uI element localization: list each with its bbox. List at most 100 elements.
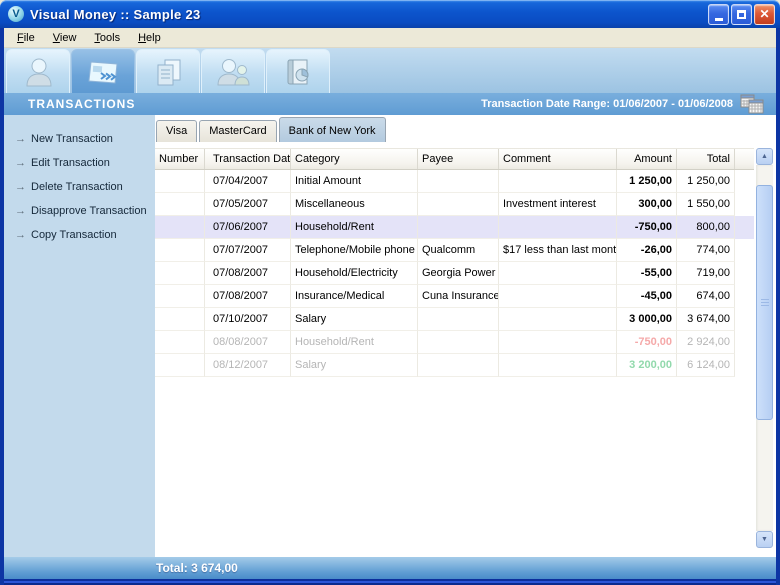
column-header-payee[interactable]: Payee [418, 149, 499, 169]
table-row[interactable]: 07/04/2007Initial Amount 1 250,001 250,00 [155, 170, 754, 193]
table-cell[interactable]: 07/04/2007 [205, 170, 291, 193]
table-cell[interactable]: Qualcomm [418, 239, 499, 262]
table-cell[interactable]: 07/07/2007 [205, 239, 291, 262]
table-cell[interactable] [155, 239, 205, 262]
scroll-up-button[interactable]: ▲ [756, 148, 773, 165]
table-cell[interactable]: 07/10/2007 [205, 308, 291, 331]
table-cell[interactable] [418, 331, 499, 354]
table-cell[interactable] [155, 331, 205, 354]
table-cell[interactable]: Salary [291, 308, 418, 331]
table-cell[interactable] [735, 193, 754, 216]
table-cell[interactable] [418, 216, 499, 239]
table-cell[interactable]: 3 000,00 [617, 308, 677, 331]
minimize-button[interactable] [708, 4, 729, 25]
table-cell[interactable]: 674,00 [677, 285, 735, 308]
table-cell[interactable]: 07/05/2007 [205, 193, 291, 216]
toolbar-reports-button[interactable] [266, 49, 330, 93]
toolbar-payees-button[interactable] [201, 49, 265, 93]
table-cell[interactable] [155, 170, 205, 193]
sidebar-item-delete-transaction[interactable]: → Delete Transaction [4, 175, 155, 199]
table-cell[interactable] [499, 285, 617, 308]
calendar-icon[interactable] [740, 94, 766, 114]
table-cell[interactable]: 3 674,00 [677, 308, 735, 331]
table-cell[interactable] [735, 216, 754, 239]
table-cell[interactable] [418, 308, 499, 331]
table-cell[interactable]: $17 less than last month [499, 239, 617, 262]
table-cell[interactable]: Household/Electricity [291, 262, 418, 285]
table-cell[interactable]: -26,00 [617, 239, 677, 262]
scrollbar-track[interactable] [756, 165, 773, 531]
scrollbar-thumb[interactable] [756, 185, 773, 420]
sidebar-item-new-transaction[interactable]: → New Transaction [4, 127, 155, 151]
menu-tools[interactable]: Tools [85, 30, 129, 46]
table-cell[interactable] [155, 193, 205, 216]
table-cell[interactable] [418, 193, 499, 216]
tab-bank-of-new-york[interactable]: Bank of New York [279, 117, 386, 142]
table-cell[interactable]: Cuna Insurance [418, 285, 499, 308]
table-cell[interactable]: 1 250,00 [677, 170, 735, 193]
table-cell[interactable]: Household/Rent [291, 216, 418, 239]
table-cell[interactable] [735, 354, 754, 377]
table-cell[interactable]: 2 924,00 [677, 331, 735, 354]
table-cell[interactable]: -750,00 [617, 331, 677, 354]
table-cell[interactable] [418, 170, 499, 193]
table-cell[interactable]: 07/08/2007 [205, 285, 291, 308]
table-cell[interactable]: Investment interest [499, 193, 617, 216]
table-cell[interactable]: 08/08/2007 [205, 331, 291, 354]
table-row[interactable]: 08/08/2007Household/Rent-750,002 924,00 [155, 331, 754, 354]
sidebar-item-copy-transaction[interactable]: → Copy Transaction [4, 223, 155, 247]
table-cell[interactable]: -55,00 [617, 262, 677, 285]
toolbar-scheduled-button[interactable] [136, 49, 200, 93]
table-cell[interactable]: 1 550,00 [677, 193, 735, 216]
sidebar-item-edit-transaction[interactable]: → Edit Transaction [4, 151, 155, 175]
table-row[interactable]: 08/12/2007Salary 3 200,006 124,00 [155, 354, 754, 377]
table-cell[interactable] [155, 216, 205, 239]
table-cell[interactable]: Georgia Power [418, 262, 499, 285]
scroll-down-button[interactable]: ▼ [756, 531, 773, 548]
column-header-total[interactable]: Total [677, 149, 735, 169]
column-header-comment[interactable]: Comment [499, 149, 617, 169]
table-cell[interactable] [155, 262, 205, 285]
table-cell[interactable] [418, 354, 499, 377]
table-row[interactable]: 07/07/2007Telephone/Mobile phoneQualcomm… [155, 239, 754, 262]
table-cell[interactable] [499, 354, 617, 377]
table-cell[interactable] [735, 239, 754, 262]
table-cell[interactable]: 3 200,00 [617, 354, 677, 377]
toolbar-transactions-button[interactable] [71, 49, 135, 93]
table-cell[interactable] [155, 308, 205, 331]
table-cell[interactable] [735, 285, 754, 308]
table-cell[interactable]: Initial Amount [291, 170, 418, 193]
table-cell[interactable]: 1 250,00 [617, 170, 677, 193]
table-cell[interactable]: 08/12/2007 [205, 354, 291, 377]
table-cell[interactable]: 800,00 [677, 216, 735, 239]
table-cell[interactable] [499, 216, 617, 239]
table-cell[interactable]: 07/08/2007 [205, 262, 291, 285]
table-row[interactable]: 07/06/2007Household/Rent -750,00800,00 [155, 216, 754, 239]
table-cell[interactable] [499, 331, 617, 354]
maximize-button[interactable] [731, 4, 752, 25]
column-header-number[interactable]: Number [155, 149, 205, 169]
tab-visa[interactable]: Visa [156, 120, 197, 142]
vertical-scrollbar[interactable]: ▲ ▼ [756, 148, 773, 548]
table-cell[interactable]: Salary [291, 354, 418, 377]
table-cell[interactable]: Miscellaneous [291, 193, 418, 216]
table-row[interactable]: 07/05/2007Miscellaneous Investment intere… [155, 193, 754, 216]
table-cell[interactable]: Telephone/Mobile phone [291, 239, 418, 262]
table-cell[interactable] [499, 308, 617, 331]
table-cell[interactable] [499, 170, 617, 193]
table-row[interactable]: 07/08/2007Household/ElectricityGeorgia P… [155, 262, 754, 285]
table-cell[interactable]: -45,00 [617, 285, 677, 308]
table-cell[interactable]: 07/06/2007 [205, 216, 291, 239]
tab-mastercard[interactable]: MasterCard [199, 120, 276, 142]
table-row[interactable]: 07/10/2007Salary 3 000,003 674,00 [155, 308, 754, 331]
menu-help[interactable]: Help [129, 30, 170, 46]
column-header-category[interactable]: Category [291, 149, 418, 169]
menu-view[interactable]: View [44, 30, 86, 46]
table-cell[interactable] [735, 170, 754, 193]
menu-file[interactable]: File [8, 30, 44, 46]
column-header-transaction-date[interactable]: Transaction Date [205, 149, 291, 169]
table-cell[interactable]: -750,00 [617, 216, 677, 239]
table-row[interactable]: 07/08/2007Insurance/MedicalCuna Insuranc… [155, 285, 754, 308]
column-header-amount[interactable]: Amount [617, 149, 677, 169]
table-cell[interactable]: 6 124,00 [677, 354, 735, 377]
